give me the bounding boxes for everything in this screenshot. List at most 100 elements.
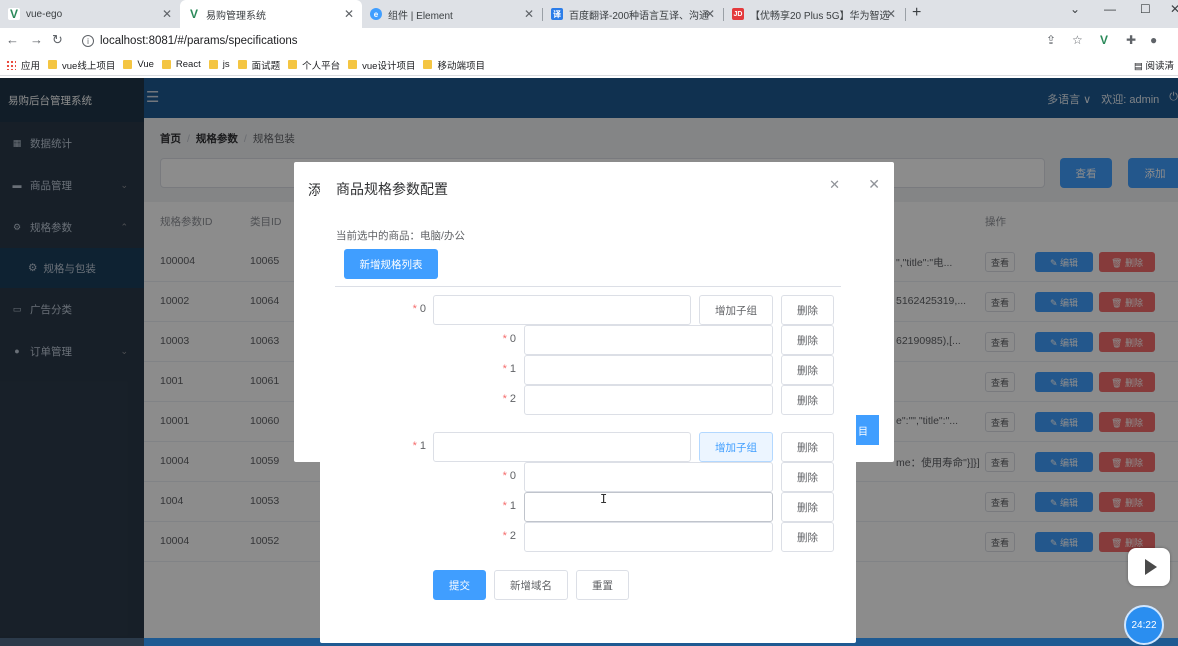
- reading-mode-button[interactable]: ▤ 阅读清: [1134, 58, 1174, 72]
- bookmark-label: React: [175, 59, 201, 70]
- folder-icon: [237, 60, 247, 69]
- tab-divider: [905, 8, 906, 21]
- subgroup-input[interactable]: [524, 355, 773, 385]
- subgroup-input[interactable]: [524, 325, 773, 355]
- browser-tab[interactable]: JD 【优畅享20 Plus 5G】华为智选 ✕: [724, 0, 904, 28]
- play-icon: [1144, 559, 1157, 575]
- add-subgroup-button[interactable]: 增加子组: [699, 295, 773, 325]
- back-icon[interactable]: ←: [6, 32, 19, 47]
- tab-title: 组件 | Element: [388, 10, 453, 22]
- close-tab-icon[interactable]: ✕: [524, 7, 534, 21]
- close-window-icon[interactable]: ✕: [1170, 2, 1178, 16]
- folder-icon: [123, 60, 133, 69]
- extensions-icon[interactable]: ✚: [1126, 33, 1136, 47]
- forward-icon[interactable]: →: [30, 32, 43, 47]
- submit-button[interactable]: 提交: [433, 570, 486, 600]
- maximize-icon[interactable]: ☐: [1140, 2, 1151, 16]
- subgroup-label: * 0: [502, 333, 516, 345]
- close-icon[interactable]: ✕: [829, 177, 840, 193]
- reading-mode-label: 阅读清: [1145, 61, 1174, 72]
- apps-grid-icon: [6, 59, 16, 70]
- bookmarks-bar: 应用 vue线上项目 Vue React js 面试题 个人平台 vue设计项目…: [0, 54, 1178, 76]
- element-logo-icon: e: [370, 8, 382, 20]
- share-icon[interactable]: ⇪: [1046, 33, 1056, 47]
- folder-icon: [161, 60, 171, 69]
- subgroup-input[interactable]: [524, 522, 773, 552]
- tab-search-icon[interactable]: ⌄: [1070, 2, 1080, 16]
- new-tab-icon[interactable]: +: [912, 4, 921, 22]
- subgroup-label: * 2: [502, 530, 516, 542]
- delete-subgroup-button[interactable]: 删除: [781, 492, 834, 522]
- close-tab-icon[interactable]: ✕: [886, 7, 896, 21]
- bookmark-folder[interactable]: React: [161, 59, 201, 70]
- add-domain-button[interactable]: 新增域名: [494, 570, 568, 600]
- vue-logo-icon: V: [8, 7, 20, 21]
- bookmark-label: 移动端项目: [437, 60, 485, 72]
- divider: [335, 286, 841, 287]
- url-field[interactable]: i localhost:8081/#/params/specifications: [76, 30, 1086, 52]
- jd-logo-icon: JD: [732, 8, 744, 20]
- tab-title: vue-ego: [26, 8, 63, 20]
- folder-icon: [348, 60, 358, 69]
- group-label: * 0: [412, 303, 426, 315]
- delete-subgroup-button[interactable]: 删除: [781, 522, 834, 552]
- folder-icon: [48, 60, 58, 69]
- current-product-text: 当前选中的商品：电脑/办公: [336, 230, 465, 242]
- subgroup-label: * 2: [502, 393, 516, 405]
- profile-icon[interactable]: ●: [1150, 33, 1157, 47]
- group-label: * 1: [412, 440, 426, 452]
- folder-icon: [423, 60, 433, 69]
- bookmark-folder[interactable]: js: [208, 59, 230, 70]
- info-icon[interactable]: i: [82, 35, 94, 47]
- subgroup-input[interactable]: [524, 385, 773, 415]
- delete-group-button[interactable]: 删除: [781, 295, 834, 325]
- tab-title: 易购管理系统: [206, 10, 266, 22]
- bookmark-folder[interactable]: vue线上项目: [48, 58, 115, 72]
- url-text: localhost:8081/#/params/specifications: [100, 35, 298, 47]
- reset-button[interactable]: 重置: [576, 570, 629, 600]
- bookmark-folder[interactable]: vue设计项目: [348, 58, 415, 72]
- bookmark-folder[interactable]: Vue: [123, 59, 154, 70]
- screen: { "browser": { "tabs": [ {"title": "vue-…: [0, 0, 1178, 646]
- delete-subgroup-button[interactable]: 删除: [781, 462, 834, 492]
- bookmark-star-icon[interactable]: ☆: [1072, 33, 1083, 47]
- vue-devtools-icon[interactable]: V: [1100, 33, 1108, 47]
- tab-title: 【优畅享20 Plus 5G】华为智选: [750, 10, 890, 22]
- browser-tab[interactable]: e 组件 | Element ✕: [362, 0, 542, 28]
- bottom-strip-sidebar: [0, 638, 144, 646]
- group-name-input[interactable]: [433, 295, 691, 325]
- dialog-title: 商品规格参数配置: [336, 181, 448, 197]
- bookmark-folder[interactable]: 个人平台: [288, 58, 340, 72]
- add-spec-list-button[interactable]: 新增规格列表: [344, 249, 438, 279]
- subgroup-label: * 1: [502, 500, 516, 512]
- folder-icon: [288, 60, 298, 69]
- subgroup-label: * 1: [502, 363, 516, 375]
- browser-tab[interactable]: V vue-ego ✕: [0, 0, 180, 28]
- minimize-icon[interactable]: —: [1104, 2, 1116, 16]
- bookmark-label: vue线上项目: [62, 60, 116, 72]
- bookmark-folder[interactable]: 面试题: [237, 58, 280, 72]
- delete-subgroup-button[interactable]: 删除: [781, 385, 834, 415]
- bookmark-label: 应用: [21, 60, 41, 72]
- delete-group-button[interactable]: 删除: [781, 432, 834, 462]
- address-bar: ← → ↻ i localhost:8081/#/params/specific…: [0, 28, 1178, 54]
- delete-subgroup-button[interactable]: 删除: [781, 355, 834, 385]
- video-play-button[interactable]: [1128, 548, 1170, 586]
- add-subgroup-button[interactable]: 增加子组: [699, 432, 773, 462]
- subgroup-input[interactable]: [524, 462, 773, 492]
- delete-subgroup-button[interactable]: 删除: [781, 325, 834, 355]
- reload-icon[interactable]: ↻: [52, 32, 63, 48]
- browser-tab-active[interactable]: V 易购管理系统 ✕: [180, 0, 362, 28]
- subgroup-input[interactable]: [524, 492, 773, 522]
- browser-tab[interactable]: 译 百度翻译-200种语言互译、沟通 ✕: [543, 0, 723, 28]
- close-tab-icon[interactable]: ✕: [162, 7, 172, 21]
- folder-icon: [208, 60, 218, 69]
- bookmark-label: Vue: [137, 59, 154, 70]
- close-icon[interactable]: ✕: [868, 176, 880, 193]
- close-tab-icon[interactable]: ✕: [705, 7, 715, 21]
- bookmark-folder[interactable]: 移动端项目: [423, 58, 485, 72]
- close-tab-icon[interactable]: ✕: [344, 7, 354, 21]
- timer-badge: 24:22: [1124, 605, 1164, 645]
- bookmark-apps[interactable]: 应用: [6, 58, 40, 72]
- group-name-input[interactable]: [433, 432, 691, 462]
